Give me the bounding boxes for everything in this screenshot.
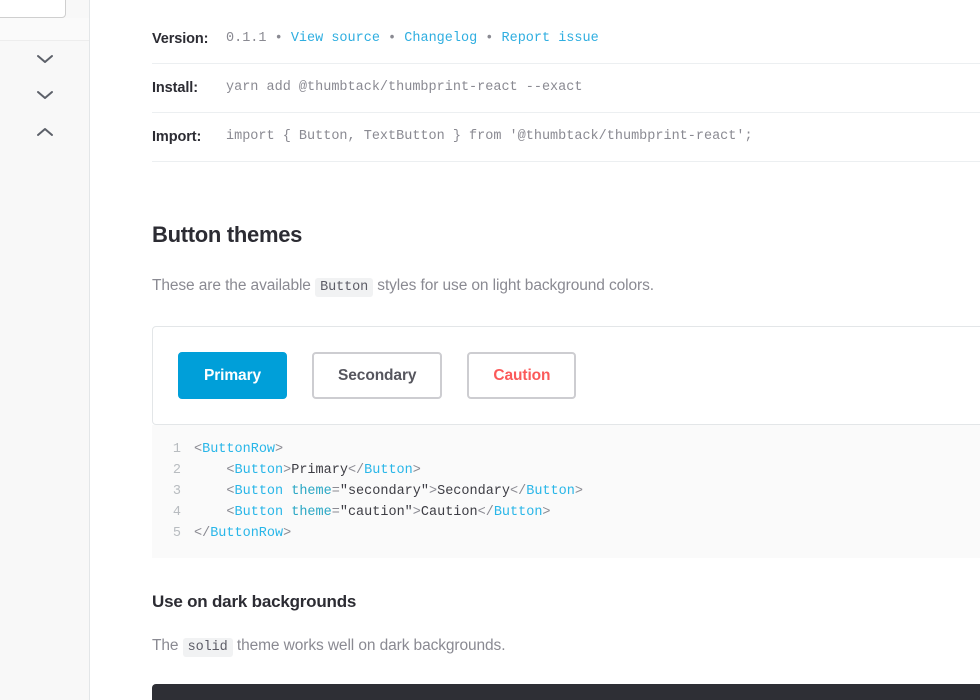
code-token: Caution (420, 505, 478, 520)
code-token: > (542, 505, 551, 520)
code-line: 2 <Button>Primary</Button> (152, 460, 980, 481)
sidebar (0, 0, 90, 700)
inline-code-solid: solid (182, 638, 233, 657)
code-token: > (412, 463, 421, 478)
code-token: > (574, 484, 583, 499)
description-text-after: theme works well on dark backgrounds. (236, 637, 506, 654)
code-line: 3 <Button theme="secondary">Secondary</B… (152, 481, 980, 502)
example-panel-dark: Solid (152, 684, 980, 700)
meta-label-version: Version: (152, 31, 209, 47)
code-line-content: <Button>Primary</Button> (194, 460, 421, 481)
meta-row-import: Import: import { Button, TextButton } fr… (152, 113, 980, 162)
code-block-button-themes: 1 <ButtonRow> 2 <Button>Primary</Button> 3 … (152, 425, 980, 558)
meta-value-version: 0.1.1 • View source • Changelog • Report… (226, 29, 599, 49)
chevron-up-icon (35, 126, 55, 138)
code-token: Button (493, 505, 543, 520)
code-line: 4 <Button theme="caution">Caution</Butto… (152, 502, 980, 523)
code-token: = (331, 505, 340, 520)
code-token: theme (291, 505, 332, 520)
meta-row-install: Install: yarn add @thumbtack/thumbprint-… (152, 64, 980, 113)
code-token: </ (477, 505, 494, 520)
code-line-content: <Button theme="caution">Caution</Button> (194, 502, 551, 523)
view-source-link[interactable]: View source (291, 31, 380, 46)
code-line-content: <ButtonRow> (194, 439, 283, 460)
code-line-content: <Button theme="secondary">Secondary</But… (194, 481, 583, 502)
sidebar-divider-band (0, 18, 89, 41)
meta-separator: • (379, 31, 405, 46)
description-text-before: These are the available (152, 277, 311, 294)
package-meta-table: Version: 0.1.1 • View source • Changelog… (152, 29, 980, 162)
section-heading-button-themes: Button themes (152, 222, 303, 247)
code-token: Button (234, 484, 284, 499)
example-panel-light: Primary Secondary Caution (152, 326, 980, 425)
code-token: "secondary" (339, 484, 429, 499)
meta-value-install: yarn add @thumbtack/thumbprint-react --e… (226, 80, 583, 95)
search-input[interactable] (0, 0, 66, 18)
code-token: > (412, 505, 421, 520)
code-token: > (275, 442, 284, 457)
code-token: </ (347, 463, 365, 478)
code-token: Primary (291, 463, 348, 478)
code-token: ButtonRow (210, 526, 284, 541)
code-token: Secondary (437, 484, 511, 499)
secondary-button[interactable]: Secondary (312, 352, 443, 399)
code-line-number: 2 (172, 463, 181, 478)
code-line-number: 3 (172, 484, 181, 499)
section-heading-dark-backgrounds: Use on dark backgrounds (152, 592, 357, 611)
code-line-content: </ButtonRow> (194, 523, 291, 544)
sidebar-section-toggle-2[interactable] (0, 77, 89, 113)
report-issue-link[interactable]: Report issue (502, 31, 599, 46)
code-token: < (194, 442, 203, 457)
code-line-number: 4 (172, 505, 181, 520)
code-token: < (194, 484, 235, 499)
caution-button[interactable]: Caution (467, 352, 577, 399)
chevron-down-icon (35, 53, 55, 65)
code-token: < (194, 505, 235, 520)
changelog-link[interactable]: Changelog (404, 31, 477, 46)
code-token: > (428, 484, 438, 499)
code-token: </ (194, 526, 211, 541)
code-token: > (283, 526, 292, 541)
inline-code-button: Button (315, 278, 374, 297)
button-row-light: Primary Secondary Caution (178, 352, 980, 399)
code-line: 1 <ButtonRow> (152, 439, 980, 460)
main-content: Version: 0.1.1 • View source • Changelog… (90, 0, 980, 700)
meta-row-version: Version: 0.1.1 • View source • Changelog… (152, 29, 980, 64)
code-token: </ (510, 484, 527, 499)
sidebar-section-toggle-1[interactable] (0, 41, 89, 77)
sidebar-section-toggle-3[interactable] (0, 114, 89, 150)
code-token: Button (234, 463, 284, 478)
code-token: < (194, 463, 235, 478)
code-token: ButtonRow (202, 442, 276, 457)
section-description-button-themes: These are the available Button styles fo… (152, 275, 980, 299)
description-text-before: The (152, 637, 179, 654)
meta-value-import: import { Button, TextButton } from '@thu… (226, 129, 753, 144)
primary-button[interactable]: Primary (178, 352, 288, 399)
code-token: Button (234, 505, 284, 520)
meta-separator: • (477, 31, 502, 46)
code-token: Button (526, 484, 575, 499)
code-token: "caution" (339, 505, 413, 520)
code-line: 5 </ButtonRow> (152, 523, 980, 544)
code-line-number: 5 (172, 526, 181, 541)
code-token: Button (364, 463, 413, 478)
page-root: Version: 0.1.1 • View source • Changelog… (0, 0, 980, 700)
version-number: 0.1.1 (226, 31, 267, 46)
section-description-dark-backgrounds: The solid theme works well on dark backg… (152, 635, 980, 659)
chevron-down-icon (35, 89, 55, 101)
code-token: = (331, 484, 340, 499)
code-token: theme (291, 484, 332, 499)
description-text-after: styles for use on light background color… (377, 277, 654, 294)
meta-label-import: Import: (152, 129, 202, 145)
meta-separator: • (266, 31, 291, 46)
code-line-number: 1 (172, 442, 181, 457)
meta-label-install: Install: (152, 80, 198, 96)
